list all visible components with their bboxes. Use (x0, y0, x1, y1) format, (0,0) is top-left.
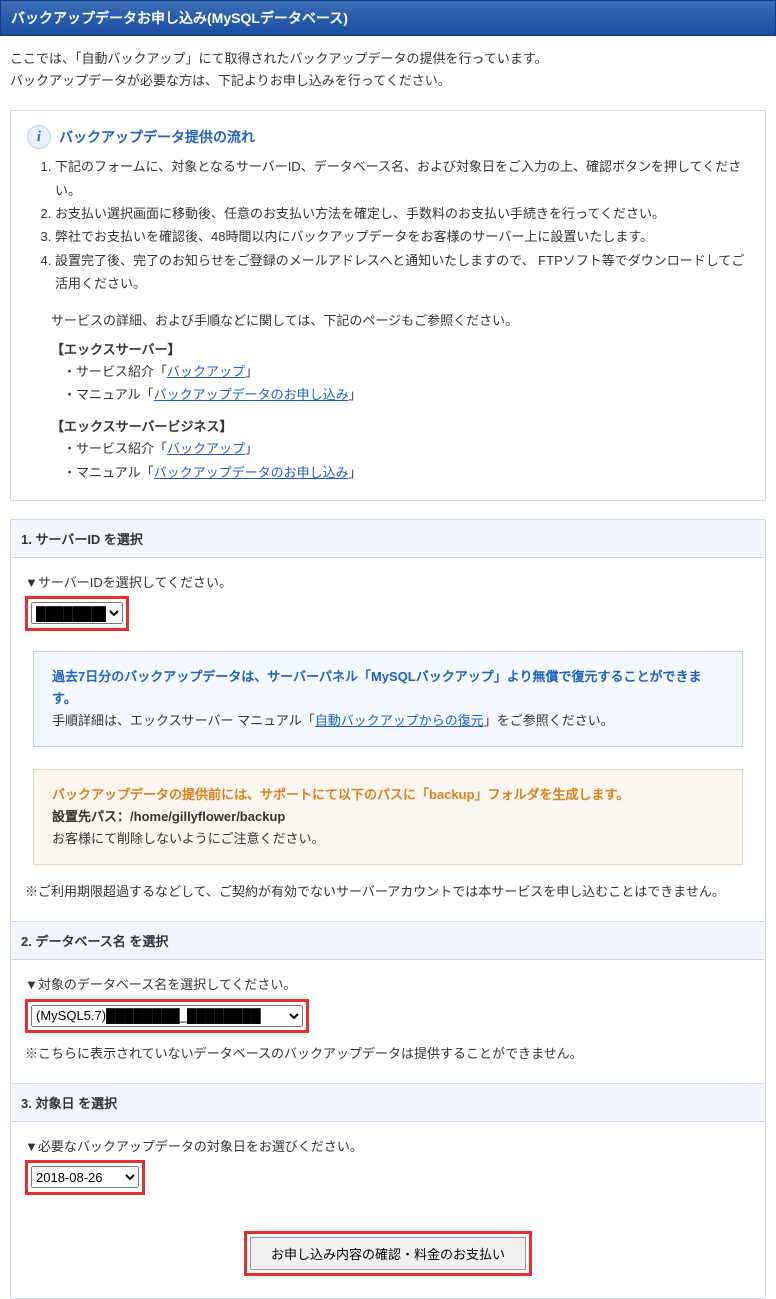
section-3-body: ▼必要なバックアップデータの対象日をお選びください。 2018-08-26 (11, 1122, 765, 1213)
line-prefix: ・サービス紹介「 (63, 441, 167, 456)
orange-path-label: 設置先パス： (52, 809, 130, 824)
info-heading-text: バックアップデータ提供の流れ (59, 127, 255, 147)
orange-box-title: バックアップデータの提供前には、サポートにて以下のパスに「backup」フォルダ… (52, 784, 724, 806)
section-3-title: 3. 対象日 を選択 (11, 1083, 765, 1122)
info-panel: i バックアップデータ提供の流れ 下記のフォームに、対象となるサーバーID、デー… (10, 110, 766, 501)
manual-link[interactable]: バックアップデータのお申し込み (154, 387, 349, 402)
backup-link[interactable]: バックアップ (167, 441, 245, 456)
blue-box-title: 過去7日分のバックアップデータは、サーバーパネル「MySQLバックアップ」より無… (52, 666, 724, 710)
date-select[interactable]: 2018-08-26 (31, 1166, 139, 1188)
submit-highlight: お申し込み内容の確認・料金のお支払い (244, 1231, 532, 1276)
intro-line-2: バックアップデータが必要な方は、下記よりお申し込みを行ってください。 (10, 70, 766, 92)
info-step: 弊社でお支払いを確認後、48時間以内にバックアップデータをお客様のサーバー上に設… (55, 225, 749, 248)
orange-box-path: 設置先パス：/home/gillyflower/backup (52, 806, 724, 828)
database-select[interactable]: (MySQL5.7)████████_████████ (31, 1005, 303, 1027)
manual-link[interactable]: バックアップデータのお申し込み (154, 465, 349, 480)
section-2-note: ※こちらに表示されていないデータベースのバックアップデータは提供することができま… (25, 1043, 751, 1065)
intro-block: ここでは、「自動バックアップ」にて取得されたバックアップデータの提供を行っていま… (0, 36, 776, 110)
info-icon: i (27, 125, 51, 149)
submit-area: お申し込み内容の確認・料金のお支払い (11, 1213, 765, 1298)
info-group-line: ・サービス紹介「バックアップ」 (63, 360, 749, 383)
section-1-body: ▼サーバーIDを選択してください。 ████████ 過去7日分のバックアップデ… (11, 558, 765, 921)
database-label: ▼対象のデータベース名を選択してください。 (25, 974, 751, 996)
info-detail-line: サービスの詳細、および手順などに関しては、下記のページもご参照ください。 (51, 310, 749, 329)
line-prefix: ・マニュアル「 (63, 387, 154, 402)
blue-box-post: 」をご参照ください。 (484, 713, 614, 728)
info-steps: 下記のフォームに、対象となるサーバーID、データベース名、および対象日をご入力の… (55, 155, 749, 295)
line-prefix: ・マニュアル「 (63, 465, 154, 480)
info-group-head: 【エックスサーバービジネス】 (51, 416, 749, 435)
info-group-line: ・マニュアル「バックアップデータのお申し込み」 (63, 383, 749, 406)
orange-warn-box: バックアップデータの提供前には、サポートにて以下のパスに「backup」フォルダ… (33, 769, 743, 865)
blue-box-text: 手順詳細は、エックスサーバー マニュアル「自動バックアップからの復元」をご参照く… (52, 710, 724, 732)
date-label: ▼必要なバックアップデータの対象日をお選びください。 (25, 1136, 751, 1158)
info-group-line: ・マニュアル「バックアップデータのお申し込み」 (63, 461, 749, 484)
server-id-highlight: ████████ (25, 596, 129, 631)
section-2-title: 2. データベース名 を選択 (11, 921, 765, 960)
server-id-select[interactable]: ████████ (31, 602, 123, 624)
info-step: 下記のフォームに、対象となるサーバーID、データベース名、および対象日をご入力の… (55, 155, 749, 202)
blue-box-pre: 手順詳細は、エックスサーバー マニュアル「 (52, 713, 315, 728)
orange-path-value: /home/gillyflower/backup (130, 809, 285, 824)
info-group-head: 【エックスサーバー】 (51, 339, 749, 358)
blue-info-box: 過去7日分のバックアップデータは、サーバーパネル「MySQLバックアップ」より無… (33, 651, 743, 747)
server-id-label: ▼サーバーIDを選択してください。 (25, 572, 751, 594)
form-section: 1. サーバーID を選択 ▼サーバーIDを選択してください。 ████████… (10, 519, 766, 1299)
info-group-line: ・サービス紹介「バックアップ」 (63, 437, 749, 460)
section-1-title: 1. サーバーID を選択 (11, 520, 765, 558)
auto-backup-restore-link[interactable]: 自動バックアップからの復元 (315, 713, 484, 728)
info-step: お支払い選択画面に移動後、任意のお支払い方法を確定し、手数料のお支払い手続きを行… (55, 202, 749, 225)
page-title: バックアップデータお申し込み(MySQLデータベース) (0, 0, 776, 36)
backup-link[interactable]: バックアップ (167, 364, 245, 379)
section-1-note: ※ご利用期限超過するなどして、ご契約が有効でないサーバーアカウントでは本サービス… (25, 881, 751, 903)
line-suffix: 」 (349, 387, 362, 402)
orange-box-note: お客様にて削除しないようにご注意ください。 (52, 828, 724, 850)
info-step: 設置完了後、完了のお知らせをご登録のメールアドレスへと通知いたしますので、 FT… (55, 249, 749, 296)
confirm-payment-button[interactable]: お申し込み内容の確認・料金のお支払い (250, 1237, 526, 1270)
database-highlight: (MySQL5.7)████████_████████ (25, 999, 309, 1034)
line-suffix: 」 (245, 441, 258, 456)
intro-line-1: ここでは、「自動バックアップ」にて取得されたバックアップデータの提供を行っていま… (10, 48, 766, 70)
section-2-body: ▼対象のデータベース名を選択してください。 (MySQL5.7)████████… (11, 960, 765, 1083)
line-suffix: 」 (349, 465, 362, 480)
info-title: i バックアップデータ提供の流れ (27, 125, 749, 149)
date-highlight: 2018-08-26 (25, 1160, 145, 1195)
line-prefix: ・サービス紹介「 (63, 364, 167, 379)
line-suffix: 」 (245, 364, 258, 379)
